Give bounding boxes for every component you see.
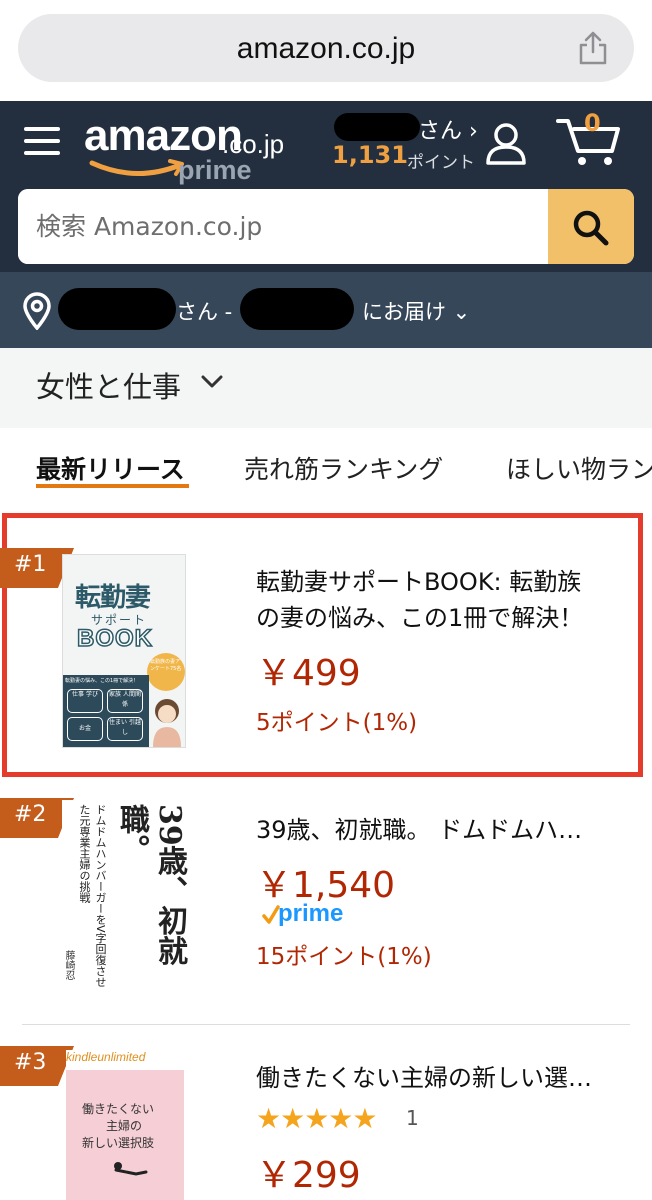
cover-title-line: 働きたくない bbox=[82, 1102, 155, 1116]
cover-title: 転勤妻 bbox=[75, 583, 151, 613]
redacted-location bbox=[240, 288, 354, 330]
rank-label: #3 bbox=[14, 1050, 47, 1075]
cover-title-line: 新しい選択肢 bbox=[82, 1136, 155, 1150]
active-tab-indicator bbox=[36, 484, 189, 488]
product-title[interactable]: 39歳、初就職。 ドムドムハ… bbox=[256, 812, 582, 848]
cover-banner: 転勤妻の悩み、この1冊で解決！ 仕事 学び 家族 人間関係 お金 住まい 引越し bbox=[63, 675, 149, 747]
search-button[interactable] bbox=[548, 189, 634, 264]
logo-text: amazon bbox=[84, 111, 243, 160]
search-icon bbox=[573, 210, 609, 246]
redacted-account-name bbox=[334, 113, 420, 141]
share-icon[interactable] bbox=[576, 30, 610, 66]
product-points: 15ポイント(1%) bbox=[256, 944, 432, 970]
address-bar[interactable]: amazon.co.jp bbox=[18, 14, 634, 82]
cover-badge: 転勤族の妻アンケート75名 bbox=[147, 653, 185, 691]
ranking-tabs: 最新リリース 売れ筋ランキング ほしい物ランキング bbox=[0, 428, 652, 508]
book-cover[interactable]: 転勤妻 サポート BOOK 転勤族の妻アンケート75名 転勤妻の悩み、この1冊で… bbox=[62, 554, 186, 748]
cover-author: 藤崎忍 bbox=[63, 950, 74, 980]
tab-wish-list[interactable]: ほしい物ランキング bbox=[506, 450, 652, 486]
search-input[interactable] bbox=[18, 189, 548, 264]
points-value: 1,131 bbox=[332, 141, 408, 169]
cover-book-text: BOOK bbox=[76, 624, 153, 653]
user-icon[interactable] bbox=[484, 121, 528, 167]
kindle-unlimited-badge: kindleunlimited bbox=[66, 1050, 184, 1070]
menu-icon[interactable] bbox=[24, 125, 62, 157]
product-points: 5ポイント(1%) bbox=[256, 710, 418, 736]
tab-best-sellers[interactable]: 売れ筋ランキング bbox=[244, 450, 443, 486]
product-price: ￥299 bbox=[256, 1155, 361, 1196]
tab-new-releases[interactable]: 最新リリース bbox=[36, 450, 185, 486]
stars: ★★★★★ bbox=[256, 1102, 378, 1135]
location-pin-icon bbox=[23, 292, 51, 330]
smile-arrow-icon bbox=[89, 159, 184, 176]
product-title[interactable]: 転勤妻サポートBOOK: 転勤族 の妻の悩み、この1冊で解決！ bbox=[256, 564, 583, 636]
url-text[interactable]: amazon.co.jp bbox=[18, 32, 634, 66]
star-rating[interactable]: ★★★★★ 1 bbox=[256, 1102, 456, 1135]
review-count: 1 bbox=[406, 1106, 419, 1130]
category-selector[interactable]: 女性と仕事 bbox=[0, 348, 652, 429]
amazon-logo[interactable]: amazon .co.jp prime bbox=[84, 111, 304, 187]
delivery-label: にお届け ⌄ bbox=[362, 300, 471, 324]
rank-label: #2 bbox=[14, 802, 47, 827]
cover-title-line: 主婦の bbox=[106, 1119, 143, 1133]
points-label: ポイント bbox=[407, 153, 475, 173]
browser-chrome: amazon.co.jp bbox=[0, 0, 652, 101]
account-link[interactable]: さん › bbox=[418, 113, 478, 145]
cover-illustration bbox=[153, 699, 181, 747]
cart-count: 0 bbox=[584, 109, 601, 137]
delivery-recipient-suffix: さん - bbox=[176, 300, 233, 324]
site-header: amazon .co.jp prime さん › 1,131 ポイント 0 bbox=[0, 101, 652, 272]
rank-label: #1 bbox=[14, 552, 47, 577]
delivery-location-bar[interactable]: さん - にお届け ⌄ bbox=[0, 272, 652, 348]
product-title[interactable]: 働きたくない主婦の新しい選… bbox=[256, 1060, 592, 1096]
redacted-recipient-name bbox=[58, 288, 176, 330]
item-divider bbox=[22, 1024, 630, 1025]
logo-prime: prime bbox=[178, 155, 252, 185]
product-price: ￥499 bbox=[256, 653, 361, 694]
cover-title-vertical: 39歳、初就職。 bbox=[114, 804, 187, 966]
category-title: 女性と仕事 bbox=[36, 370, 182, 404]
book-cover[interactable]: kindleunlimited 働きたくない 主婦の 新しい選択肢 bbox=[66, 1050, 184, 1200]
search-bar bbox=[18, 189, 634, 264]
chevron-down-icon bbox=[201, 375, 223, 388]
book-cover[interactable]: 39歳、初就職。 ドムドムハンバーガーをV字回復させた元専業主婦の挑戦 藤崎忍 bbox=[62, 800, 194, 1000]
cover-illustration bbox=[114, 1162, 148, 1176]
cover-subtitle-vertical: ドムドムハンバーガーをV字回復させた元専業主婦の挑戦 bbox=[78, 804, 107, 988]
